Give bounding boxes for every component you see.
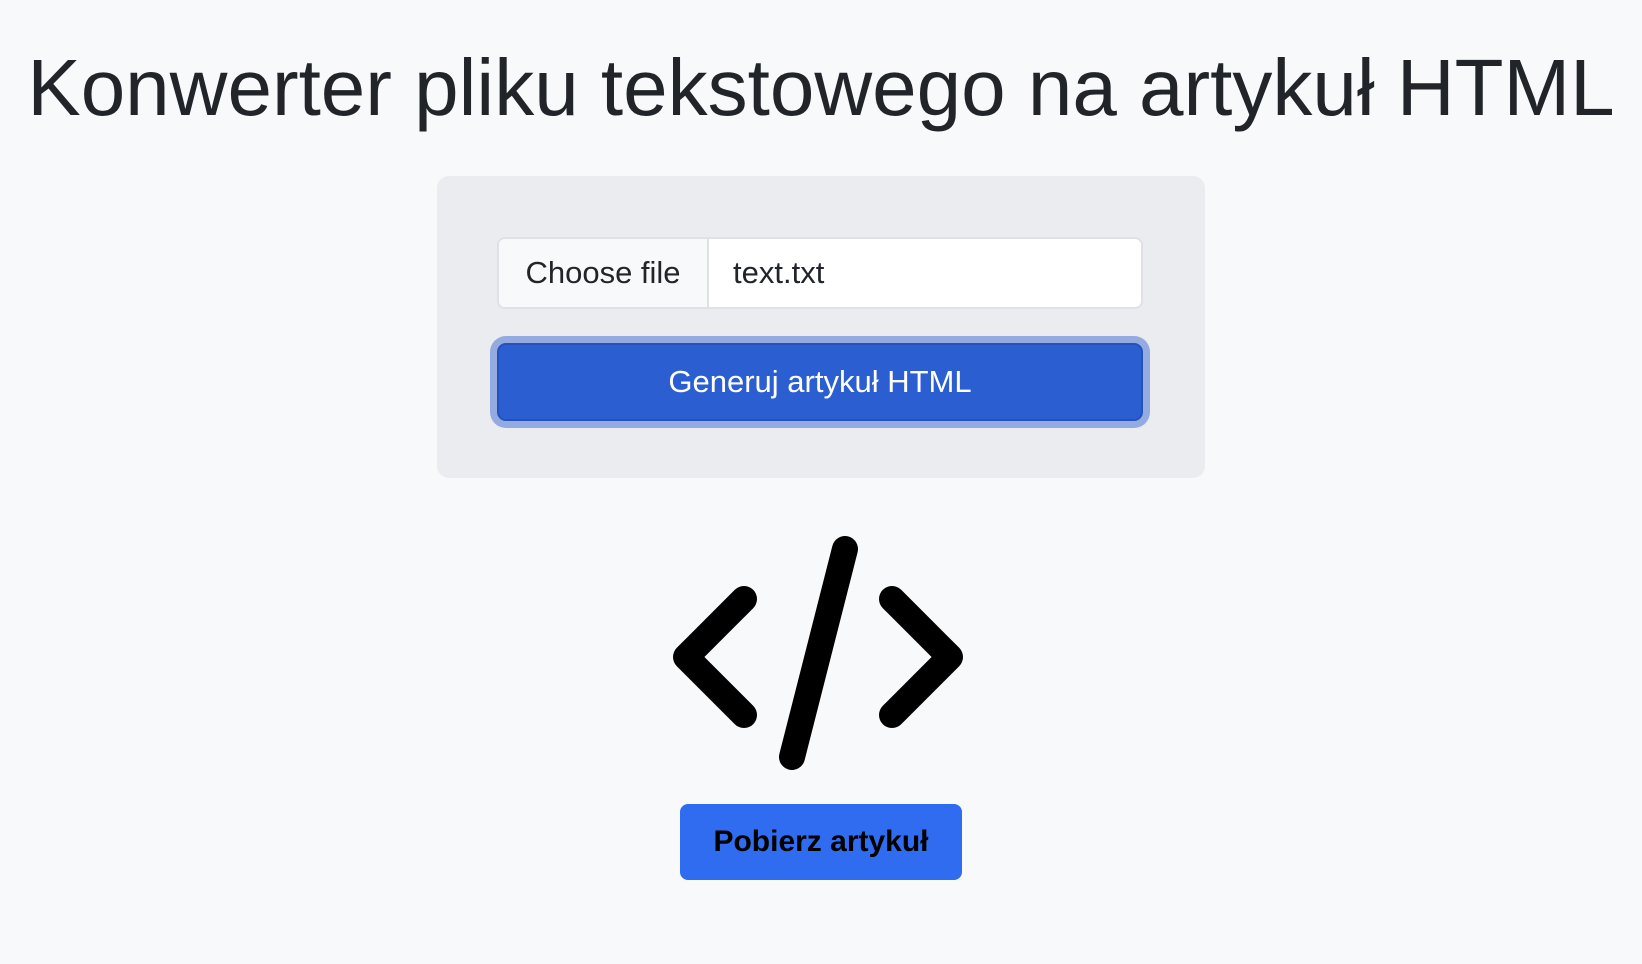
selected-file-name: text.txt <box>733 255 825 290</box>
page: Konwerter pliku tekstowego na artykuł HT… <box>0 0 1642 964</box>
download-article-button[interactable]: Pobierz artykuł <box>680 804 962 880</box>
upload-card: Choose file text.txt Generuj artykuł HTM… <box>437 176 1205 478</box>
file-input[interactable]: Choose file text.txt <box>497 237 1143 309</box>
code-icon <box>673 536 963 770</box>
page-title: Konwerter pliku tekstowego na artykuł HT… <box>27 43 1615 132</box>
generate-article-button[interactable]: Generuj artykuł HTML <box>497 343 1143 421</box>
choose-file-button[interactable]: Choose file <box>499 239 709 307</box>
